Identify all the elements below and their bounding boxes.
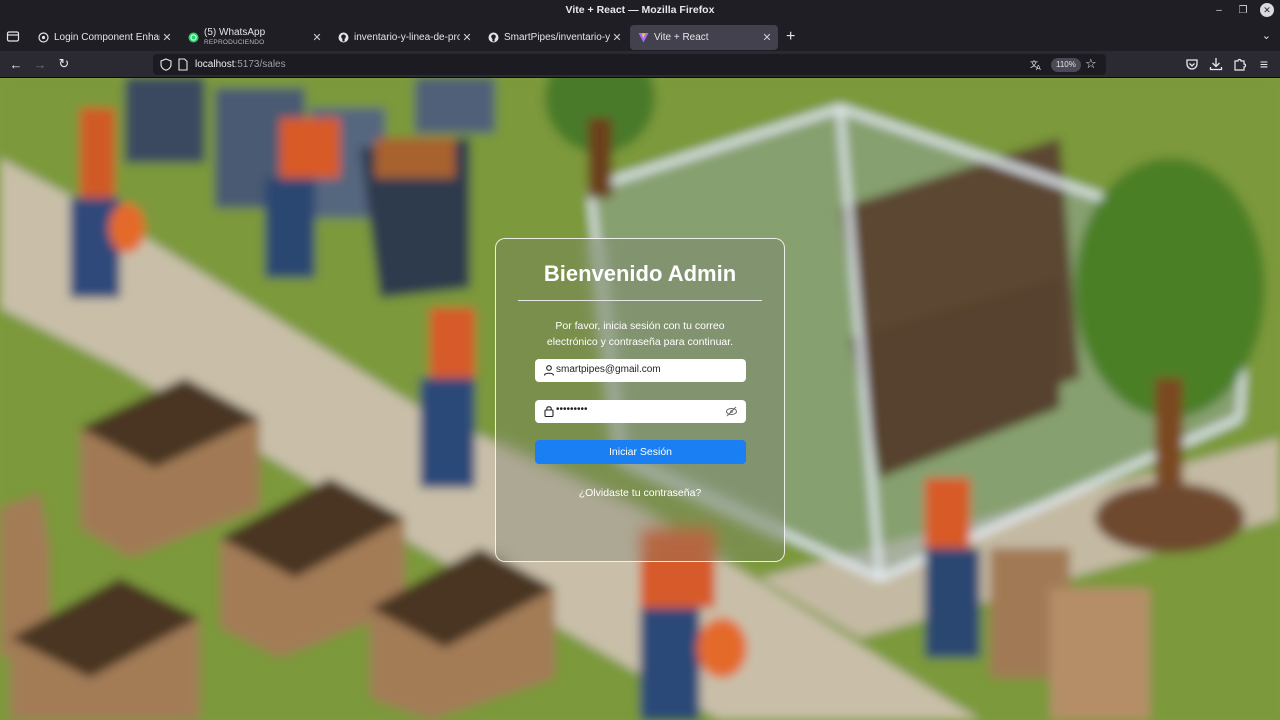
email-value: smartpipes@gmail.com xyxy=(556,364,661,375)
url-path: :5173/sales xyxy=(234,59,286,70)
page-icon[interactable] xyxy=(178,58,188,71)
hamburger-menu-icon[interactable]: ≡ xyxy=(1256,56,1272,72)
login-instructions-line1: Por favor, inicia sesión con tu correo xyxy=(555,320,725,332)
shield-icon[interactable] xyxy=(160,58,172,71)
window-titlebar: Vite + React — Mozilla Firefox – ❐ ✕ xyxy=(0,0,1280,22)
close-window-button[interactable]: ✕ xyxy=(1260,3,1274,17)
tab-inventario-repo[interactable]: inventario-y-linea-de-produ ✕ xyxy=(330,25,478,50)
chevron-down-icon[interactable]: ⌄ xyxy=(1262,29,1271,42)
login-submit-button[interactable]: Iniciar Sesión xyxy=(535,440,746,464)
tab-login-component[interactable]: Login Component Enhance ✕ xyxy=(30,25,178,50)
url-bar[interactable]: localhost:5173/sales 文 A 110% ☆ xyxy=(153,54,1106,75)
eye-off-icon[interactable] xyxy=(725,405,738,418)
tab-label: (5) WhatsApp xyxy=(204,27,266,38)
tab-label: SmartPipes/inventario-y-lin xyxy=(504,32,610,43)
title-divider xyxy=(518,300,762,301)
tab-whatsapp[interactable]: (5) WhatsApp REPRODUCIENDO ✕ xyxy=(180,25,328,50)
svg-text:A: A xyxy=(1036,64,1041,71)
login-card: Bienvenido Admin Por favor, inicia sesió… xyxy=(495,238,785,562)
user-icon xyxy=(543,365,555,376)
tab-sublabel: REPRODUCIENDO xyxy=(204,38,265,46)
login-title: Bienvenido Admin xyxy=(543,261,737,286)
github-icon xyxy=(488,32,499,43)
chatgpt-icon xyxy=(38,32,49,43)
new-tab-button[interactable]: + xyxy=(786,28,795,46)
password-field[interactable]: ••••••••• xyxy=(535,400,746,423)
zoom-level-badge[interactable]: 110% xyxy=(1051,58,1081,72)
close-tab-icon[interactable]: ✕ xyxy=(760,31,774,44)
minimize-button[interactable]: – xyxy=(1212,3,1226,17)
tab-label: inventario-y-linea-de-produ xyxy=(354,32,460,43)
restore-button[interactable]: ❐ xyxy=(1236,3,1250,17)
url-host: localhost xyxy=(195,59,235,70)
url-text[interactable]: localhost:5173/sales xyxy=(195,59,286,70)
tab-smartpipes-repo[interactable]: SmartPipes/inventario-y-lin ✕ xyxy=(480,25,628,50)
close-tab-icon[interactable]: ✕ xyxy=(460,31,474,44)
navigation-toolbar: ← → ↻ localhost:5173/sales 文 A 110% ☆ ≡ xyxy=(0,51,1280,78)
password-value: ••••••••• xyxy=(556,404,588,415)
download-icon[interactable] xyxy=(1208,56,1224,72)
email-field[interactable]: smartpipes@gmail.com xyxy=(535,359,746,382)
list-all-tabs-icon[interactable] xyxy=(6,29,20,43)
tab-label: Vite + React xyxy=(654,32,709,43)
translate-icon[interactable]: 文 A xyxy=(1030,58,1043,71)
close-tab-icon[interactable]: ✕ xyxy=(160,31,174,44)
whatsapp-icon xyxy=(188,32,199,43)
github-icon xyxy=(338,32,349,43)
back-arrow-icon[interactable]: ← xyxy=(8,56,24,72)
page-content: Bienvenido Admin Por favor, inicia sesió… xyxy=(0,78,1280,720)
vite-icon xyxy=(638,32,649,43)
window-title: Vite + React — Mozilla Firefox xyxy=(565,4,715,16)
forward-arrow-icon[interactable]: → xyxy=(32,56,48,72)
pocket-icon[interactable] xyxy=(1184,56,1200,72)
login-instructions: Por favor, inicia sesión con tu correo e… xyxy=(526,318,754,350)
close-tab-icon[interactable]: ✕ xyxy=(310,31,324,44)
tab-label: Login Component Enhance xyxy=(54,32,160,43)
reload-icon[interactable]: ↻ xyxy=(56,56,72,72)
lock-icon xyxy=(544,406,554,417)
bookmark-star-icon[interactable]: ☆ xyxy=(1085,56,1097,72)
forgot-password-link[interactable]: ¿Olvidaste tu contraseña? xyxy=(496,487,784,499)
tab-strip: Login Component Enhance ✕ (5) WhatsApp R… xyxy=(0,22,1280,51)
tab-vite-react[interactable]: Vite + React ✕ xyxy=(630,25,778,50)
close-tab-icon[interactable]: ✕ xyxy=(610,31,624,44)
login-instructions-line2: electrónico y contraseña para continuar. xyxy=(546,336,734,348)
extensions-puzzle-icon[interactable] xyxy=(1232,56,1248,72)
